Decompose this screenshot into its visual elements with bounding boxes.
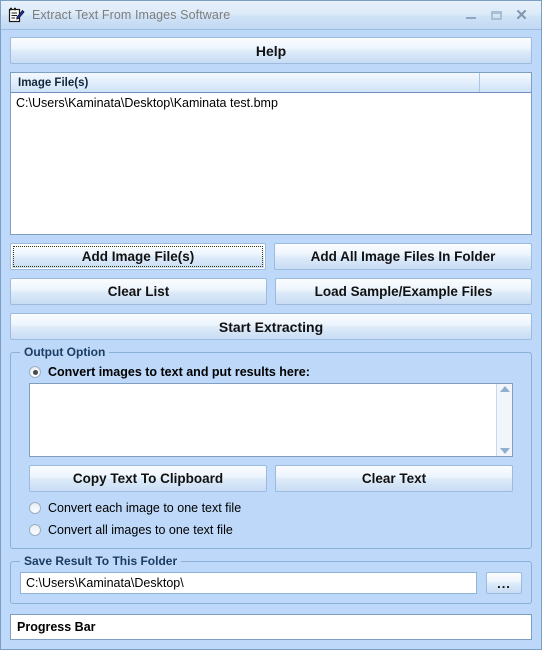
window-title: Extract Text From Images Software — [32, 8, 231, 22]
scroll-up-icon[interactable] — [499, 386, 510, 392]
close-icon[interactable]: ✕ — [514, 8, 529, 23]
result-textarea[interactable] — [30, 384, 496, 456]
radio-option-all-images[interactable]: Convert all images to one text file — [29, 523, 522, 537]
file-action-row-2: Clear List Load Sample/Example Files — [10, 278, 532, 305]
result-textarea-wrap — [29, 383, 513, 457]
output-option-group: Output Option Convert images to text and… — [10, 345, 532, 549]
main-content: Help Image File(s) C:\Users\Kaminata\Des… — [1, 30, 541, 649]
result-textarea-scrollbar[interactable] — [496, 384, 512, 456]
title-bar: Extract Text From Images Software ✕ — [1, 1, 541, 30]
radio-option-put-results-here[interactable]: Convert images to text and put results h… — [29, 365, 522, 379]
file-action-row-1: Add Image File(s) Add All Image Files In… — [10, 243, 532, 270]
app-window: Extract Text From Images Software ✕ Help… — [0, 0, 542, 650]
add-image-files-button[interactable]: Add Image File(s) — [10, 243, 266, 270]
radio-label-put-results-here: Convert images to text and put results h… — [48, 365, 310, 379]
minimize-icon[interactable] — [464, 8, 479, 23]
save-folder-group-title: Save Result To This Folder — [20, 554, 182, 568]
help-button[interactable]: Help — [10, 37, 532, 64]
copy-text-to-clipboard-button[interactable]: Copy Text To Clipboard — [29, 465, 267, 492]
save-folder-row: C:\Users\Kaminata\Desktop\ ... — [20, 572, 522, 594]
radio-icon-each-image[interactable] — [29, 502, 41, 514]
list-body: C:\Users\Kaminata\Desktop\Kaminata test.… — [11, 93, 531, 234]
column-header-image-files[interactable]: Image File(s) — [11, 73, 480, 92]
radio-icon-all-images[interactable] — [29, 524, 41, 536]
image-file-list[interactable]: Image File(s) C:\Users\Kaminata\Desktop\… — [10, 72, 532, 235]
save-folder-input[interactable]: C:\Users\Kaminata\Desktop\ — [20, 572, 477, 594]
column-header-extra[interactable] — [480, 73, 531, 92]
text-action-row: Copy Text To Clipboard Clear Text — [29, 465, 513, 492]
add-image-files-label: Add Image File(s) — [81, 249, 195, 264]
progress-bar: Progress Bar — [10, 614, 532, 640]
output-option-group-title: Output Option — [20, 345, 110, 359]
clear-list-button[interactable]: Clear List — [10, 278, 267, 305]
radio-label-each-image: Convert each image to one text file — [48, 501, 242, 515]
list-header: Image File(s) — [11, 73, 531, 93]
radio-label-all-images: Convert all images to one text file — [48, 523, 233, 537]
help-button-wrap: Help — [10, 37, 532, 72]
add-image-files-wrap: Add Image File(s) — [10, 243, 266, 270]
list-item[interactable]: C:\Users\Kaminata\Desktop\Kaminata test.… — [11, 95, 531, 110]
clear-text-button[interactable]: Clear Text — [275, 465, 513, 492]
window-controls: ✕ — [464, 8, 537, 23]
add-all-image-files-in-folder-button[interactable]: Add All Image Files In Folder — [274, 243, 532, 270]
browse-folder-button[interactable]: ... — [486, 572, 522, 594]
radio-option-each-image[interactable]: Convert each image to one text file — [29, 501, 522, 515]
maximize-icon[interactable] — [489, 8, 504, 23]
load-sample-files-button[interactable]: Load Sample/Example Files — [275, 278, 532, 305]
scroll-down-icon[interactable] — [499, 448, 510, 454]
radio-icon-put-results-here[interactable] — [29, 366, 41, 378]
save-folder-group: Save Result To This Folder C:\Users\Kami… — [10, 554, 532, 604]
start-extracting-button[interactable]: Start Extracting — [10, 313, 532, 340]
notepad-pencil-icon — [8, 7, 25, 24]
